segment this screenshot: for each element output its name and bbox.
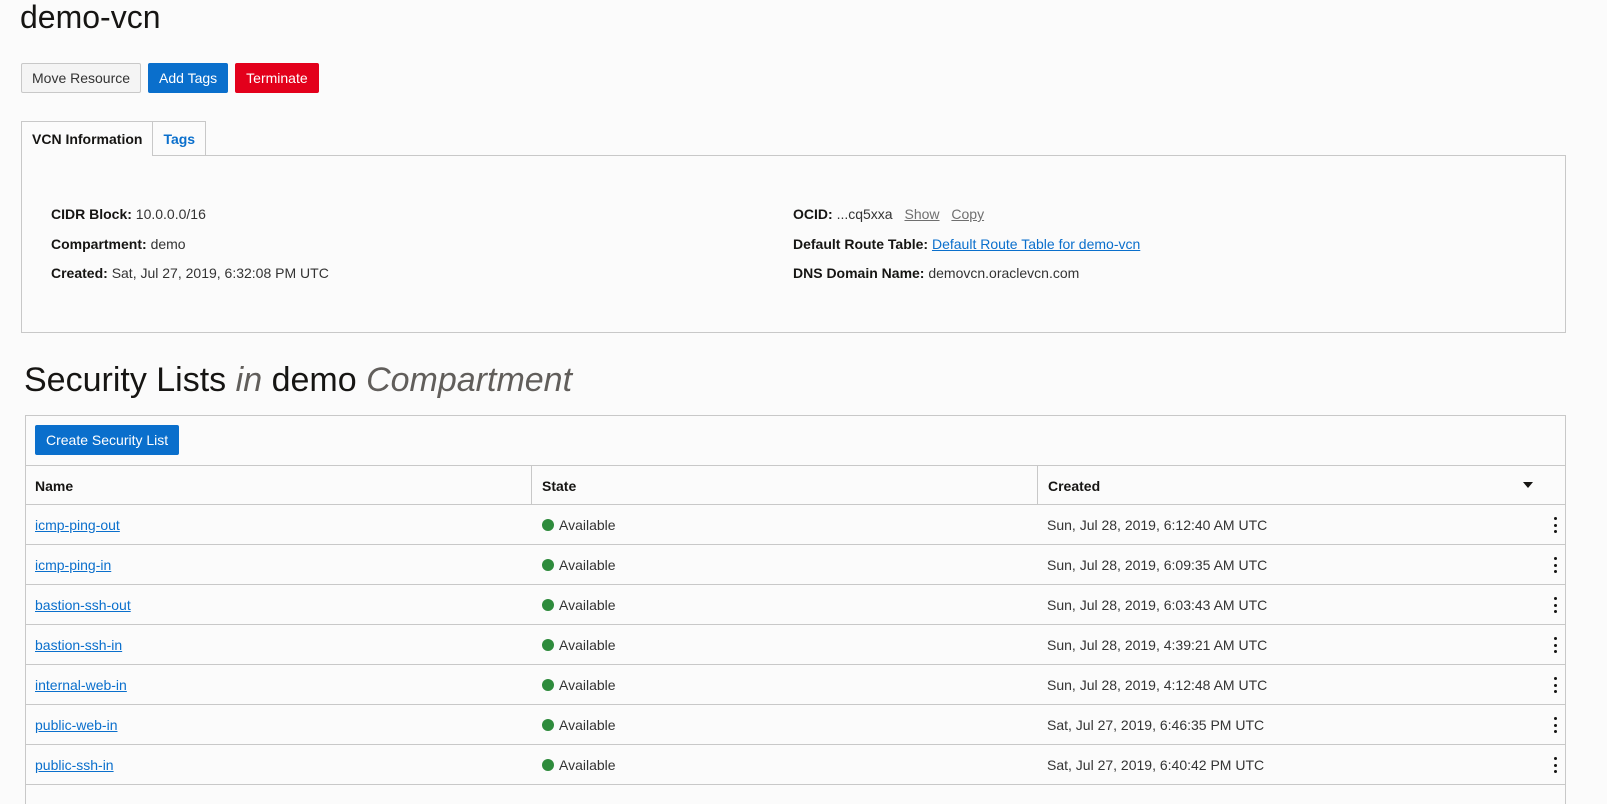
- state-label: Available: [559, 716, 616, 733]
- state-cell: Available: [542, 585, 616, 624]
- created-cell: Sun, Jul 28, 2019, 6:09:35 AM UTC: [1047, 556, 1268, 573]
- security-list-name-link[interactable]: public-ssh-in: [35, 757, 114, 773]
- created-cell: Sat, Jul 27, 2019, 6:40:42 PM UTC: [1047, 756, 1265, 773]
- state-label: Available: [559, 556, 616, 573]
- kebab-menu-icon[interactable]: [1553, 637, 1557, 653]
- table-row: bastion-ssh-out Available Sun, Jul 28, 2…: [26, 585, 1565, 625]
- status-dot-icon: [542, 718, 554, 731]
- ocid-label: OCID:: [793, 206, 833, 222]
- kebab-menu-icon[interactable]: [1553, 557, 1557, 573]
- info-column-left: CIDR Block: 10.0.0.0/16 Compartment: dem…: [51, 200, 329, 289]
- status-dot-icon: [542, 598, 554, 611]
- created-value: Sat, Jul 27, 2019, 6:32:08 PM UTC: [111, 265, 329, 281]
- vcn-information-panel: CIDR Block: 10.0.0.0/16 Compartment: dem…: [21, 155, 1566, 333]
- kebab-menu-icon[interactable]: [1553, 717, 1557, 733]
- table-row: bastion-ssh-in Available Sun, Jul 28, 20…: [26, 625, 1565, 665]
- compartment-row: Compartment: demo: [51, 230, 329, 260]
- state-cell: Available: [542, 705, 616, 744]
- state-cell: Available: [542, 505, 616, 544]
- table-row: internal-web-in Available Sun, Jul 28, 2…: [26, 665, 1565, 705]
- page-title: demo-vcn: [20, 0, 161, 35]
- kebab-menu-icon[interactable]: [1553, 757, 1557, 773]
- security-list-name-link[interactable]: public-web-in: [35, 717, 117, 733]
- security-list-name-link[interactable]: bastion-ssh-out: [35, 597, 131, 613]
- move-resource-button[interactable]: Move Resource: [21, 63, 142, 93]
- tab-tags[interactable]: Tags: [152, 121, 207, 155]
- security-list-name-link[interactable]: icmp-ping-in: [35, 557, 111, 573]
- state-cell: Available: [542, 665, 616, 704]
- created-row: Created: Sat, Jul 27, 2019, 6:32:08 PM U…: [51, 259, 329, 289]
- add-tags-button[interactable]: Add Tags: [148, 63, 229, 93]
- heading-compartment-name: demo: [271, 361, 357, 399]
- cidr-block-label: CIDR Block:: [51, 206, 132, 222]
- column-header-created-label: Created: [1048, 477, 1101, 494]
- created-cell: Sat, Jul 27, 2019, 6:46:35 PM UTC: [1047, 716, 1265, 733]
- security-lists-heading: Security Lists in demo Compartment: [24, 360, 572, 400]
- ocid-row: OCID: ...cq5xxa Show Copy: [793, 200, 1140, 230]
- status-dot-icon: [542, 758, 554, 771]
- heading-compartment-word: Compartment: [366, 361, 573, 399]
- create-security-list-button[interactable]: Create Security List: [35, 425, 180, 455]
- caret-down-icon[interactable]: [1523, 482, 1533, 488]
- state-cell: Available: [542, 545, 616, 584]
- kebab-menu-icon[interactable]: [1553, 677, 1557, 693]
- ocid-copy-link[interactable]: Copy: [951, 206, 984, 222]
- state-label: Available: [559, 756, 616, 773]
- default-route-table-label: Default Route Table:: [793, 235, 929, 252]
- kebab-menu-icon[interactable]: [1553, 517, 1557, 533]
- dns-domain-value: demovcn.oraclevcn.com: [928, 265, 1080, 281]
- table-row: icmp-ping-out Available Sun, Jul 28, 201…: [26, 505, 1565, 545]
- table-header: Name State Created: [26, 465, 1565, 505]
- action-bar: Move Resource Add Tags Terminate: [21, 63, 319, 93]
- detail-tabs: VCN Information Tags: [21, 121, 207, 156]
- compartment-value: demo: [150, 235, 186, 252]
- state-label: Available: [559, 636, 616, 653]
- status-dot-icon: [542, 678, 554, 691]
- security-lists-table: Create Security List Name State Created …: [25, 415, 1566, 804]
- kebab-menu-icon[interactable]: [1553, 597, 1557, 613]
- status-dot-icon: [542, 638, 554, 651]
- security-list-name-link[interactable]: bastion-ssh-in: [35, 637, 122, 653]
- created-cell: Sun, Jul 28, 2019, 4:39:21 AM UTC: [1047, 636, 1268, 653]
- state-cell: Available: [542, 625, 616, 664]
- cidr-block-row: CIDR Block: 10.0.0.0/16: [51, 200, 329, 230]
- status-dot-icon: [542, 558, 554, 571]
- info-column-right: OCID: ...cq5xxa Show Copy Default Route …: [793, 200, 1140, 289]
- column-header-created[interactable]: Created: [1038, 466, 1565, 505]
- cidr-block-value: 10.0.0.0/16: [135, 206, 206, 222]
- table-row: icmp-ping-in Available Sun, Jul 28, 2019…: [26, 545, 1565, 585]
- created-cell: Sun, Jul 28, 2019, 6:12:40 AM UTC: [1047, 516, 1268, 533]
- dns-domain-label: DNS Domain Name:: [793, 265, 925, 281]
- security-list-name-link[interactable]: icmp-ping-out: [35, 517, 120, 533]
- terminate-button[interactable]: Terminate: [235, 63, 319, 93]
- heading-title: Security Lists: [24, 361, 227, 399]
- created-cell: Sun, Jul 28, 2019, 6:03:43 AM UTC: [1047, 596, 1268, 613]
- compartment-label: Compartment:: [51, 235, 147, 252]
- column-header-name: Name: [26, 466, 532, 505]
- ocid-value: ...cq5xxa: [836, 206, 893, 222]
- state-cell: Available: [542, 745, 616, 784]
- state-label: Available: [559, 676, 616, 693]
- ocid-show-link[interactable]: Show: [904, 206, 939, 222]
- status-dot-icon: [542, 518, 554, 531]
- table-row: public-ssh-in Available Sat, Jul 27, 201…: [26, 745, 1565, 785]
- default-route-table-link[interactable]: Default Route Table for demo-vcn: [932, 236, 1140, 252]
- created-cell: Sun, Jul 28, 2019, 4:12:48 AM UTC: [1047, 676, 1268, 693]
- column-header-state: State: [532, 466, 1038, 505]
- dns-domain-row: DNS Domain Name: demovcn.oraclevcn.com: [793, 259, 1140, 289]
- security-list-name-link[interactable]: internal-web-in: [35, 677, 127, 693]
- tab-vcn-information[interactable]: VCN Information: [21, 121, 154, 156]
- heading-in: in: [235, 361, 263, 399]
- state-label: Available: [559, 596, 616, 613]
- state-label: Available: [559, 516, 616, 533]
- table-row: public-web-in Available Sat, Jul 27, 201…: [26, 705, 1565, 745]
- created-label: Created:: [51, 265, 108, 281]
- default-route-table-row: Default Route Table: Default Route Table…: [793, 230, 1140, 260]
